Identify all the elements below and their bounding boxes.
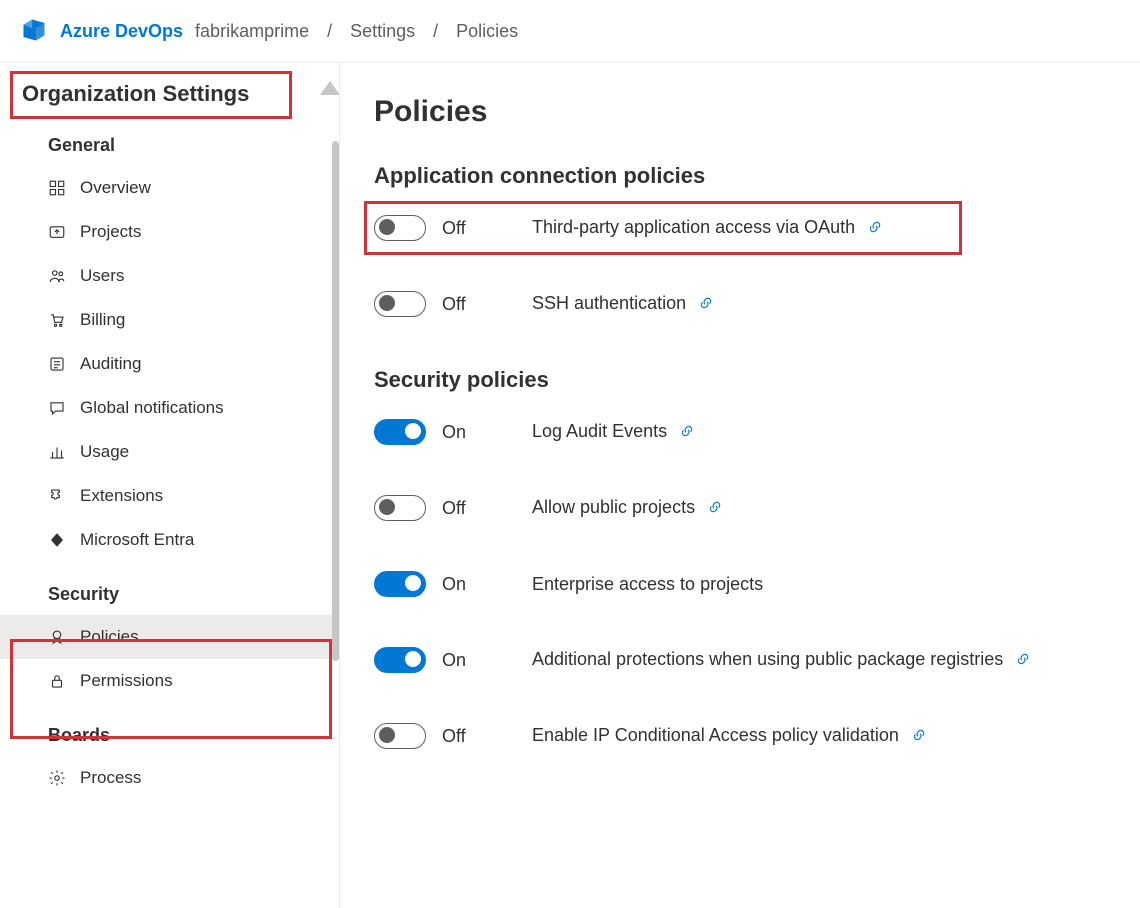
policy-row-packages: On Additional protections when using pub…: [374, 647, 1140, 673]
policy-label: Enterprise access to projects: [532, 574, 763, 595]
link-icon[interactable]: [708, 498, 722, 519]
policy-label: Third-party application access via OAuth: [532, 217, 882, 239]
sidebar-item-process[interactable]: Process: [0, 756, 339, 800]
policy-row-public: Off Allow public projects: [374, 495, 1140, 521]
users-icon: [48, 267, 66, 285]
diamond-icon: [48, 531, 66, 549]
toggle-public[interactable]: [374, 495, 426, 521]
policy-label: SSH authentication: [532, 293, 713, 315]
toggle-state: On: [442, 574, 532, 595]
sidebar-item-label: Billing: [80, 310, 125, 330]
breadcrumb-separator: /: [327, 21, 332, 42]
toggle-state: Off: [442, 294, 532, 315]
puzzle-icon: [48, 487, 66, 505]
sidebar-item-projects[interactable]: Projects: [0, 210, 339, 254]
link-icon[interactable]: [699, 294, 713, 315]
policy-label: Log Audit Events: [532, 421, 694, 443]
page-title: Policies: [374, 95, 1140, 129]
link-icon[interactable]: [868, 218, 882, 239]
section-heading-application: Application connection policies: [374, 163, 1140, 189]
sidebar: Organization Settings General Overview P…: [0, 63, 340, 908]
sidebar-section-security: Security: [0, 562, 339, 615]
toggle-oauth[interactable]: [374, 215, 426, 241]
link-icon[interactable]: [912, 726, 926, 747]
upload-box-icon: [48, 223, 66, 241]
policy-label: Allow public projects: [532, 497, 722, 519]
sidebar-item-label: Auditing: [80, 354, 141, 374]
policy-row-ssh: Off SSH authentication: [374, 291, 1140, 317]
toggle-ssh[interactable]: [374, 291, 426, 317]
link-icon[interactable]: [1016, 650, 1030, 671]
policy-row-audit: On Log Audit Events: [374, 419, 1140, 445]
breadcrumb-settings[interactable]: Settings: [350, 21, 415, 42]
breadcrumb-org[interactable]: fabrikamprime: [195, 21, 309, 42]
sidebar-section-general: General: [0, 121, 339, 166]
sidebar-item-billing[interactable]: Billing: [0, 298, 339, 342]
sidebar-item-permissions[interactable]: Permissions: [0, 659, 339, 703]
breadcrumb-policies[interactable]: Policies: [456, 21, 518, 42]
cart-icon: [48, 311, 66, 329]
toggle-state: On: [442, 422, 532, 443]
sidebar-item-label: Permissions: [80, 671, 173, 691]
section-heading-security: Security policies: [374, 367, 1140, 393]
sidebar-item-label: Overview: [80, 178, 151, 198]
sidebar-item-users[interactable]: Users: [0, 254, 339, 298]
policy-row-oauth: Off Third-party application access via O…: [374, 215, 1140, 241]
list-icon: [48, 355, 66, 373]
sidebar-item-entra[interactable]: Microsoft Entra: [0, 518, 339, 562]
toggle-packages[interactable]: [374, 647, 426, 673]
azure-devops-logo-icon: [20, 16, 48, 47]
sidebar-item-label: Projects: [80, 222, 141, 242]
policy-row-ipca: Off Enable IP Conditional Access policy …: [374, 723, 1140, 749]
sidebar-item-label: Extensions: [80, 486, 163, 506]
sidebar-item-label: Usage: [80, 442, 129, 462]
toggle-enterprise[interactable]: [374, 571, 426, 597]
gear-icon: [48, 769, 66, 787]
ribbon-icon: [48, 628, 66, 646]
toggle-state: On: [442, 650, 532, 671]
sidebar-item-label: Policies: [80, 627, 139, 647]
sidebar-item-label: Microsoft Entra: [80, 530, 194, 550]
policy-row-enterprise: On Enterprise access to projects: [374, 571, 1140, 597]
policy-label: Enable IP Conditional Access policy vali…: [532, 725, 926, 747]
sidebar-item-label: Process: [80, 768, 141, 788]
bar-chart-icon: [48, 443, 66, 461]
toggle-state: Off: [442, 498, 532, 519]
breadcrumb-separator: /: [433, 21, 438, 42]
sidebar-item-label: Global notifications: [80, 398, 224, 418]
policy-label: Additional protections when using public…: [532, 649, 1030, 671]
scrollbar[interactable]: [332, 141, 339, 661]
sidebar-title: Organization Settings: [22, 81, 317, 107]
toggle-ipca[interactable]: [374, 723, 426, 749]
sidebar-item-usage[interactable]: Usage: [0, 430, 339, 474]
sidebar-item-label: Users: [80, 266, 124, 286]
toggle-state: Off: [442, 726, 532, 747]
main-content: Policies Application connection policies…: [340, 63, 1140, 908]
sidebar-section-boards: Boards: [0, 703, 339, 756]
sidebar-item-auditing[interactable]: Auditing: [0, 342, 339, 386]
sidebar-item-policies[interactable]: Policies: [0, 615, 339, 659]
chat-icon: [48, 399, 66, 417]
toggle-audit[interactable]: [374, 419, 426, 445]
toggle-state: Off: [442, 218, 532, 239]
breadcrumb-bar: Azure DevOps fabrikamprime / Settings / …: [0, 0, 1140, 62]
grid-icon: [48, 179, 66, 197]
sidebar-item-notifications[interactable]: Global notifications: [0, 386, 339, 430]
brand-link[interactable]: Azure DevOps: [60, 21, 183, 42]
link-icon[interactable]: [680, 422, 694, 443]
lock-icon: [48, 672, 66, 690]
sidebar-item-overview[interactable]: Overview: [0, 166, 339, 210]
sidebar-item-extensions[interactable]: Extensions: [0, 474, 339, 518]
